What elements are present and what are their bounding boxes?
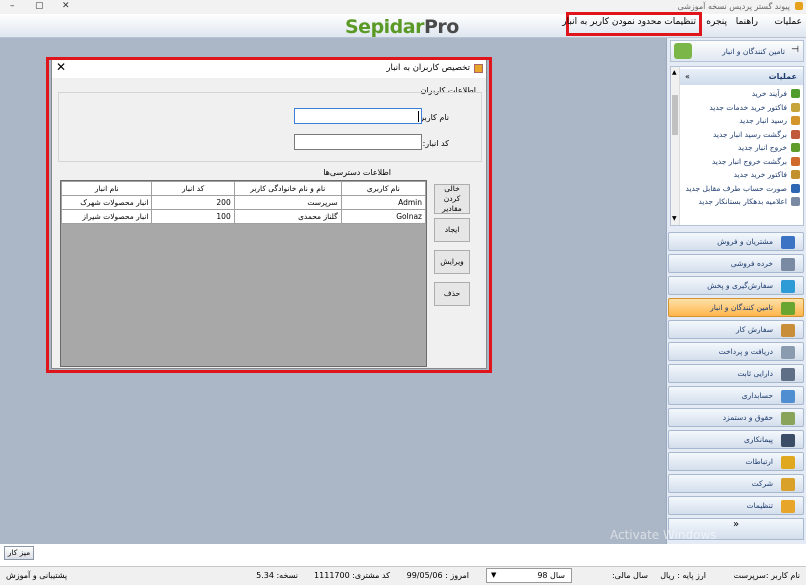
operation-icon xyxy=(791,116,800,125)
scroll-down-icon[interactable]: ▼ xyxy=(672,215,677,222)
menu-bar: SepidarPro عملیات راهنما پنجره تنظیمات م… xyxy=(0,12,806,38)
module-label: خرده فروشی xyxy=(730,259,773,268)
menu-operations[interactable]: عملیات xyxy=(775,17,802,27)
close-icon[interactable]: ✕ xyxy=(62,1,70,11)
module-icon xyxy=(781,302,795,315)
module-button[interactable]: حقوق و دستمزد xyxy=(668,408,804,427)
module-label: پیمانکاری xyxy=(744,435,773,444)
module-icon xyxy=(781,324,795,337)
module-label: حسابداری xyxy=(741,391,773,400)
module-button[interactable]: سفارش‌گیری و پخش xyxy=(668,276,804,295)
operations-title: عملیات xyxy=(768,72,797,81)
operation-item[interactable]: صورت حساب طرف مقابل جدید xyxy=(686,184,787,193)
restore-icon[interactable]: ▢ xyxy=(35,1,44,11)
app-title: پیوند گستر پردیس نسخه آموزشی xyxy=(677,2,790,11)
suppliers-icon xyxy=(674,43,692,59)
fiscal-year-value: سال 98 xyxy=(537,571,565,580)
operation-item[interactable]: فاکتور خرید جدید xyxy=(734,170,787,179)
status-bar: نام کاربر :سرپرست ارز پایه : ریال سال ما… xyxy=(0,566,806,585)
status-customer-code: کد مشتری: 1111700 xyxy=(314,571,390,580)
operations-scrollbar[interactable]: ▲ ▼ xyxy=(671,67,680,225)
module-label: تامین کنندگان و انبار xyxy=(710,303,773,312)
module-icon xyxy=(781,258,795,271)
module-label: ارتباطات xyxy=(745,457,773,466)
status-today: امروز : 99/05/06 xyxy=(406,571,469,580)
module-label: شرکت xyxy=(751,479,773,488)
module-icon xyxy=(781,346,795,359)
operation-icon xyxy=(791,129,800,139)
module-button[interactable]: پیمانکاری xyxy=(668,430,804,449)
module-button[interactable]: سفارش کار xyxy=(668,320,804,339)
app-icon xyxy=(795,2,803,10)
module-button[interactable]: تنظیمات xyxy=(668,496,804,515)
module-label: سفارش‌گیری و پخش xyxy=(707,281,773,290)
menu-window[interactable]: پنجره xyxy=(706,17,727,27)
activation-watermark-text: Go to Settings to activate Windows. xyxy=(608,544,788,555)
operation-item[interactable]: فرآیند خرید xyxy=(752,89,787,98)
operations-panel: « عملیات ▲ ▼ فرآیند خرید فاکتور خرید خدما… xyxy=(670,66,804,226)
module-icon xyxy=(781,478,795,491)
operation-icon xyxy=(791,197,800,206)
status-version: نسخه: 5.34 xyxy=(256,571,298,580)
module-icon xyxy=(781,500,795,513)
operation-item[interactable]: خروج انبار جدید xyxy=(738,143,787,152)
module-icon xyxy=(781,456,795,469)
module-button[interactable]: شرکت xyxy=(668,474,804,493)
operation-item[interactable]: برگشت خروج انبار جدید xyxy=(712,157,787,166)
module-label: دارایی ثابت xyxy=(737,369,773,378)
operation-icon xyxy=(791,102,800,112)
module-button[interactable]: مشتریان و فروش xyxy=(668,232,804,251)
module-label: مشتریان و فروش xyxy=(717,237,773,246)
support-link[interactable]: پشتیبانی و آموزش xyxy=(6,571,67,580)
operation-item[interactable]: برگشت رسید انبار جدید xyxy=(713,130,787,139)
operation-icon xyxy=(791,89,800,98)
activation-watermark-title: Activate Windows xyxy=(610,528,717,542)
collapse-icon[interactable]: « xyxy=(685,72,690,81)
operation-icon xyxy=(791,143,800,152)
operation-icon xyxy=(791,183,800,193)
fiscal-year-select[interactable]: سال 98 ▼ xyxy=(486,568,572,583)
module-button[interactable]: خرده فروشی xyxy=(668,254,804,273)
operation-icon xyxy=(791,170,800,179)
module-icon xyxy=(781,390,795,403)
status-user: نام کاربر :سرپرست xyxy=(733,571,800,580)
module-label: سفارش کار xyxy=(735,325,773,334)
module-icon xyxy=(781,236,795,249)
module-label: حقوق و دستمزد xyxy=(722,413,773,422)
module-label: دریافت و پرداخت xyxy=(718,347,773,356)
operation-item[interactable]: رسید انبار جدید xyxy=(739,116,787,125)
scroll-thumb[interactable] xyxy=(672,95,678,135)
operation-item[interactable]: فاکتور خرید خدمات جدید xyxy=(709,103,787,112)
module-label: تنظیمات xyxy=(746,501,773,510)
dock-header: تامین کنندگان و انبار ⊣ xyxy=(670,40,804,62)
status-currency: ارز پایه : ریال xyxy=(660,571,706,580)
sepidar-logo: SepidarPro xyxy=(345,16,459,38)
fiscal-year-label: سال مالی: xyxy=(611,571,648,580)
operations-header: « عملیات xyxy=(671,69,803,85)
module-button[interactable]: ارتباطات xyxy=(668,452,804,471)
module-button[interactable]: تامین کنندگان و انبار xyxy=(668,298,804,317)
module-button[interactable]: دریافت و پرداخت xyxy=(668,342,804,361)
operation-item[interactable]: اعلامیه بدهکار بستانکار جدید xyxy=(698,197,787,206)
chevron-down-icon[interactable]: ▼ xyxy=(491,571,496,579)
module-icon xyxy=(781,434,795,447)
module-button[interactable]: دارایی ثابت xyxy=(668,364,804,383)
operation-icon xyxy=(791,156,800,166)
dock-title: تامین کنندگان و انبار xyxy=(722,47,785,56)
scroll-up-icon[interactable]: ▲ xyxy=(672,69,677,76)
module-icon xyxy=(781,280,795,293)
minimize-icon[interactable]: – xyxy=(10,1,15,11)
module-button[interactable]: حسابداری xyxy=(668,386,804,405)
pin-icon[interactable]: ⊣ xyxy=(791,45,799,55)
module-icon xyxy=(781,368,795,381)
menu-restrict-user[interactable]: تنظیمات محدود نمودن کاربر به انبار xyxy=(562,17,696,27)
module-icon xyxy=(781,412,795,425)
menu-help[interactable]: راهنما xyxy=(736,17,758,27)
desk-button[interactable]: میز کار xyxy=(4,546,34,560)
dialog-highlight xyxy=(46,57,492,373)
